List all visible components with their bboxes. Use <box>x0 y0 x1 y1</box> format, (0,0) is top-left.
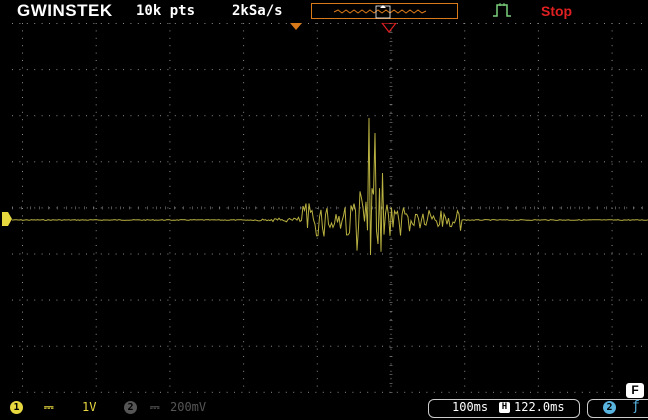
channel1-scale: 1V <box>82 400 97 414</box>
horizontal-position: 122.0ms <box>514 400 565 414</box>
memory-waveform-icon <box>333 5 427 19</box>
brand-logo: GWINSTEK <box>17 1 113 20</box>
bottom-status-bar: 1 ⎓ 1V 2 ⎓ 200mV 100ms H 122.0ms 2 ƒ <box>0 398 648 420</box>
trigger-mode-icon <box>493 3 511 17</box>
memory-overview-bar[interactable] <box>311 3 458 19</box>
run-status-label: Stop <box>541 3 573 19</box>
time-per-division: 100ms <box>452 400 489 414</box>
top-status-bar: GWINSTEK 10k pts 2kSa/s Stop <box>0 0 648 22</box>
function-key[interactable]: F <box>626 383 644 398</box>
trigger-position-marker <box>290 23 302 30</box>
horizontal-position-marker <box>381 23 397 33</box>
sample-rate: 2kSa/s <box>232 3 283 19</box>
graticule-grid <box>12 23 643 393</box>
channel2-scale: 200mV <box>170 400 207 414</box>
rising-edge-icon: ƒ <box>632 399 640 414</box>
channel2-badge[interactable]: 2 <box>124 401 137 414</box>
channel1-badge[interactable]: 1 <box>10 401 23 414</box>
horizontal-position-icon: H <box>499 402 510 413</box>
waveform-display[interactable] <box>12 23 648 393</box>
channel1-waveform <box>12 117 648 256</box>
dc-coupling-icon: ⎓ <box>150 400 160 414</box>
dc-coupling-icon: ⎓ <box>44 400 54 414</box>
channel1-ground-marker[interactable] <box>2 212 12 226</box>
record-length: 10k pts <box>136 3 196 19</box>
trigger-source-badge: 2 <box>603 401 616 414</box>
